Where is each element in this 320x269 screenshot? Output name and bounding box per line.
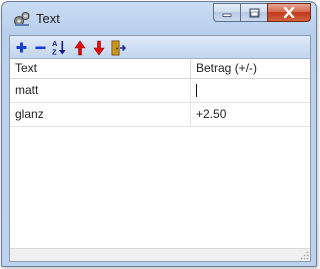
svg-text:Z: Z (52, 48, 57, 57)
arrow-down-icon (92, 40, 105, 56)
cell-betrag[interactable]: +2.50 (191, 103, 310, 126)
title-bar[interactable]: Text (2, 2, 316, 35)
sort-az-icon: A Z (52, 39, 66, 57)
cell-text[interactable]: glanz (10, 103, 191, 126)
close-button[interactable] (267, 3, 311, 22)
table-row[interactable]: glanz +2.50 (10, 103, 310, 127)
sort-button[interactable]: A Z (51, 39, 68, 56)
status-bar (10, 248, 310, 261)
cell-betrag-editor[interactable] (191, 79, 310, 102)
table-row[interactable]: matt (10, 79, 310, 103)
remove-button[interactable] (32, 39, 49, 56)
cell-text[interactable]: matt (10, 79, 191, 102)
close-icon (283, 7, 295, 18)
table-header: Text Betrag (+/-) (10, 59, 310, 79)
exit-door-icon (111, 40, 126, 55)
arrow-up-icon (73, 39, 86, 55)
client-area: A Z Text Betrag (+/-) matt glanz +2.50 (9, 35, 311, 262)
plus-icon (16, 42, 27, 53)
window-title: Text (36, 11, 60, 26)
maximize-button[interactable] (240, 3, 267, 22)
minimize-button[interactable] (213, 3, 240, 22)
minimize-icon (222, 13, 232, 17)
text-window: Text A Z Text Betrag (+/-) matt glanz +2… (1, 1, 317, 267)
column-header-betrag[interactable]: Betrag (+/-) (191, 59, 310, 78)
column-header-text[interactable]: Text (10, 59, 191, 78)
add-button[interactable] (13, 39, 30, 56)
caption-buttons (213, 3, 311, 22)
move-down-button[interactable] (90, 39, 107, 56)
resize-grip-icon[interactable] (300, 251, 309, 260)
minus-icon (35, 46, 46, 50)
toolbar: A Z (10, 36, 310, 59)
exit-button[interactable] (109, 39, 126, 56)
move-up-button[interactable] (71, 39, 88, 56)
maximize-icon (249, 8, 259, 17)
gears-icon (14, 12, 30, 26)
text-caret (196, 84, 197, 97)
